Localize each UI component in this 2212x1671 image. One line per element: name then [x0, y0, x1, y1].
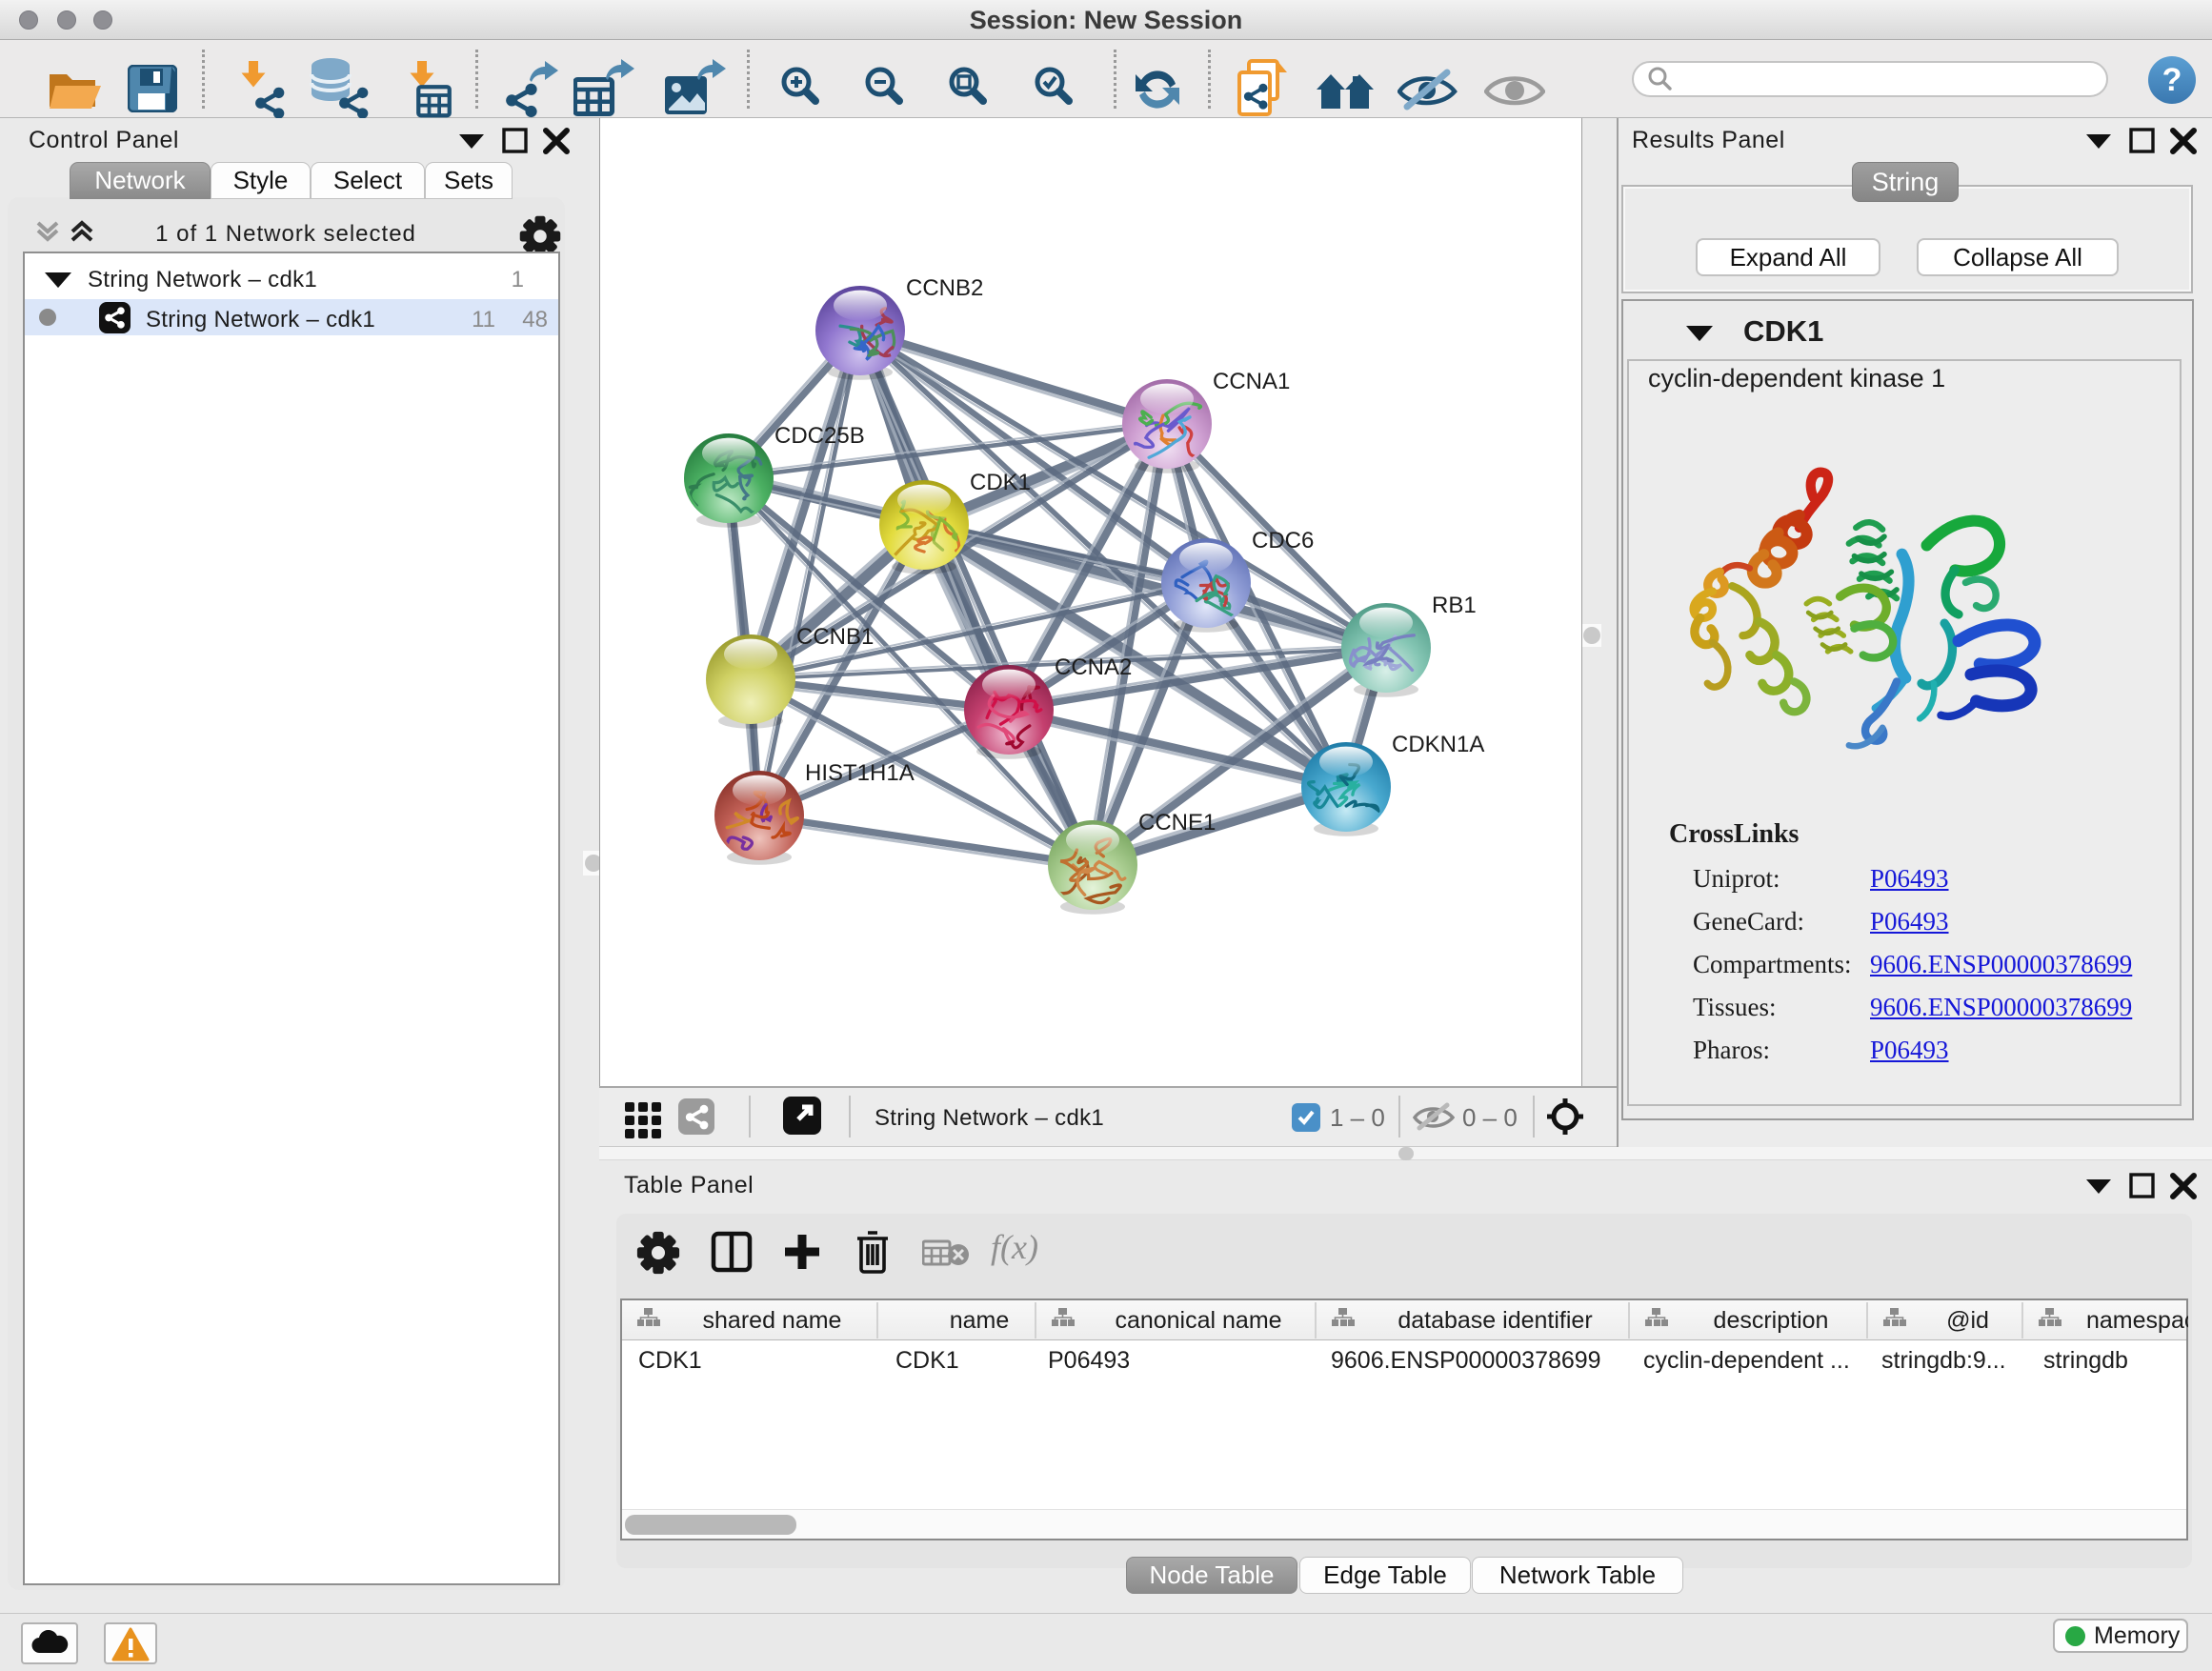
svg-text:CDK1: CDK1: [970, 470, 1031, 495]
svg-text:CCNB1: CCNB1: [796, 624, 874, 650]
svg-text:CDC25B: CDC25B: [774, 423, 865, 449]
svg-text:CCNB2: CCNB2: [906, 275, 983, 301]
svg-text:CCNA1: CCNA1: [1213, 369, 1290, 394]
svg-text:RB1: RB1: [1432, 593, 1477, 618]
svg-text:HIST1H1A: HIST1H1A: [805, 760, 915, 786]
svg-text:CCNE1: CCNE1: [1138, 810, 1216, 836]
svg-text:CDKN1A: CDKN1A: [1392, 732, 1484, 757]
svg-text:CDC6: CDC6: [1252, 528, 1314, 554]
svg-text:CCNA2: CCNA2: [1055, 654, 1132, 680]
